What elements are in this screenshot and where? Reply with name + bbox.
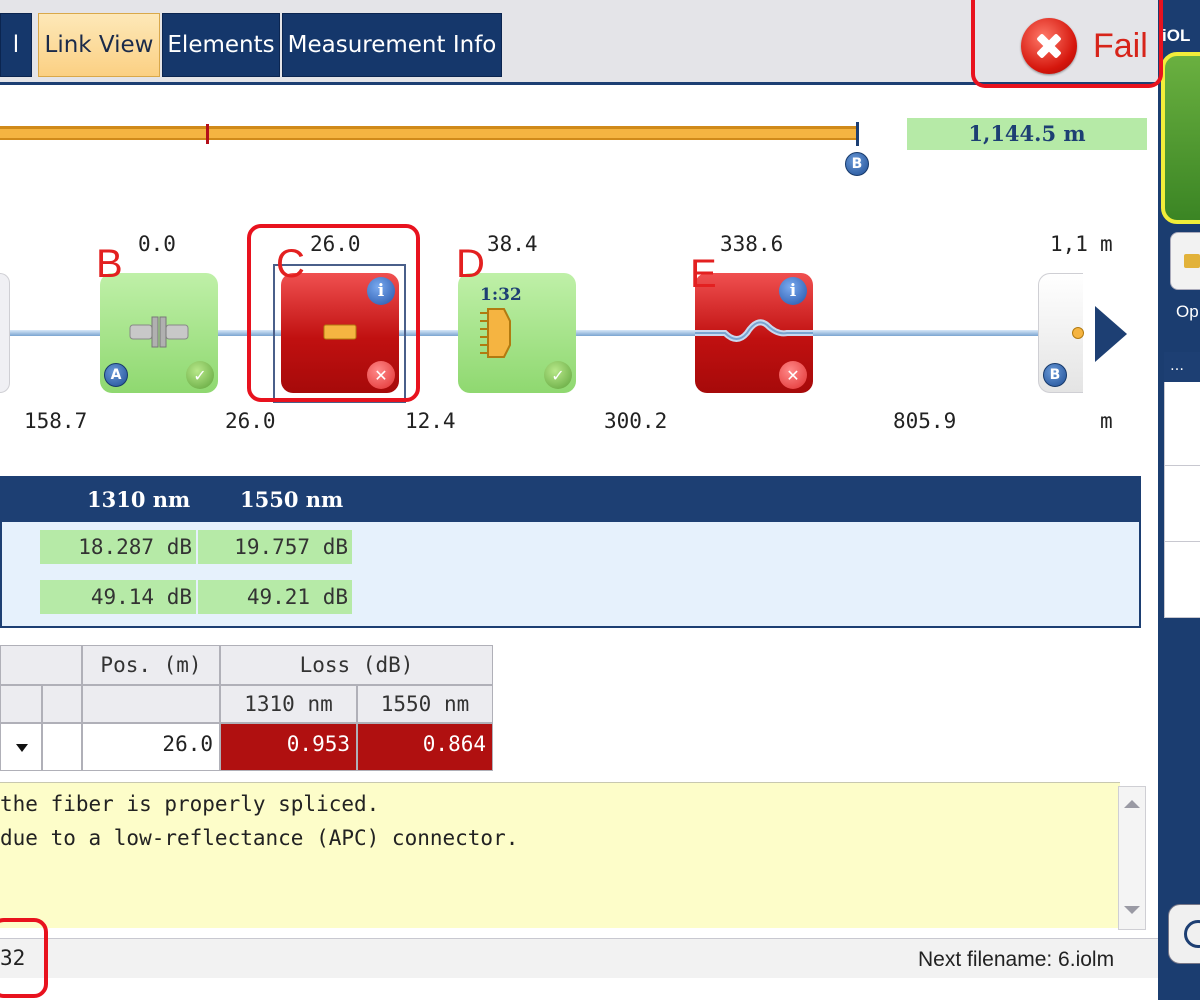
event-cell	[42, 723, 82, 771]
element-letter-b: B	[96, 242, 123, 286]
tab-measurement-info[interactable]: Measurement Info	[282, 13, 502, 77]
segment-unit-label: m	[1100, 409, 1113, 433]
summary-value: 19.757 dB	[198, 530, 352, 564]
tab-link-view-label: Link View	[44, 32, 154, 58]
distance-cursor[interactable]	[206, 124, 209, 144]
position-label: 0.0	[138, 232, 176, 256]
annotation-frame	[0, 918, 48, 998]
position-column-header-label: Pos. (m)	[100, 653, 202, 677]
position-label: 38.4	[487, 232, 538, 256]
tab-link-view[interactable]: Link View	[38, 13, 160, 77]
side-list-header: …	[1164, 352, 1200, 382]
loss-1550-header-label: 1550 nm	[380, 692, 470, 716]
event-header-cell	[0, 685, 42, 723]
event-loss-1550-value: 0.864	[357, 723, 493, 771]
annotation-frame	[971, 0, 1163, 88]
chevron-down-icon[interactable]	[16, 744, 28, 752]
start-a-badge: A	[104, 363, 128, 387]
position-unit-label: m	[1100, 232, 1113, 256]
fail-x-icon: ✕	[779, 361, 807, 389]
loss-column-header-label: Loss (dB)	[299, 653, 414, 677]
summary-col-1310: 1310 nm	[87, 487, 191, 512]
tab-overview[interactable]: l	[0, 13, 32, 77]
olts-link-view-screen: l Link View Elements Measurement Info Fa…	[0, 0, 1200, 1000]
side-list-divider	[1164, 465, 1200, 466]
folder-icon	[1184, 254, 1200, 268]
position-label: 1,1	[1050, 232, 1088, 256]
end-b-element-badge-label: B	[1049, 367, 1061, 383]
element-splitter[interactable]: 1:32 ✓	[458, 273, 576, 393]
loss-column-header: Loss (dB)	[220, 645, 493, 685]
link-distance-bar	[0, 126, 858, 140]
distance-end-tick	[856, 122, 859, 146]
tab-overview-label: l	[12, 32, 20, 58]
segment-length: 158.7	[24, 409, 88, 433]
note-line: due to a low-reflectance (APC) connector…	[0, 826, 519, 850]
event-loss-1310-value: 0.953	[220, 723, 357, 771]
position-column-header: Pos. (m)	[82, 645, 220, 685]
start-test-button[interactable]	[1161, 52, 1200, 224]
end-connector-dot	[1072, 327, 1084, 339]
event-header-cell	[42, 685, 82, 723]
tab-elements[interactable]: Elements	[162, 13, 280, 77]
segment-length: 26.0	[225, 409, 276, 433]
summary-col-1550: 1550 nm	[240, 487, 344, 512]
info-icon[interactable]: i	[779, 277, 807, 305]
loss-1310-header: 1310 nm	[220, 685, 357, 723]
summary-value: 18.287 dB	[40, 530, 196, 564]
pass-check-icon: ✓	[186, 361, 214, 389]
scroll-up-icon[interactable]	[1124, 800, 1140, 808]
element-connector-a[interactable]: A ✓	[100, 273, 218, 393]
element-letter-d: D	[456, 242, 485, 286]
side-list[interactable]	[1164, 352, 1200, 618]
segment-length: 12.4	[405, 409, 456, 433]
segment-length: 805.9	[893, 409, 957, 433]
pass-check-icon: ✓	[544, 361, 572, 389]
event-header-cell	[0, 645, 82, 685]
side-panel-title: iOL	[1162, 26, 1191, 45]
note-line: the fiber is properly spliced.	[0, 792, 380, 816]
start-element[interactable]	[0, 273, 10, 393]
tab-elements-label: Elements	[167, 32, 275, 58]
start-a-badge-label: A	[110, 367, 122, 383]
scroll-down-icon[interactable]	[1124, 906, 1140, 914]
element-letter-e: E	[690, 252, 717, 296]
end-b-badge: B	[845, 152, 869, 176]
summary-value: 49.21 dB	[198, 580, 352, 614]
tab-measurement-info-label: Measurement Info	[287, 32, 497, 58]
end-b-badge-label: B	[851, 156, 863, 172]
event-position-value: 26.0	[82, 723, 220, 771]
position-label: 338.6	[720, 232, 784, 256]
segment-length: 300.2	[604, 409, 668, 433]
total-length-value: 1,144.5 m	[907, 118, 1147, 150]
annotation-frame	[247, 224, 420, 402]
summary-value: 49.14 dB	[40, 580, 196, 614]
end-b-badge: B	[1043, 363, 1067, 387]
event-header-cell	[82, 685, 220, 723]
loss-1550-header: 1550 nm	[357, 685, 493, 723]
open-button-label: Op	[1176, 302, 1199, 321]
side-list-divider	[1164, 541, 1200, 542]
scroll-right-arrow-icon[interactable]	[1095, 306, 1127, 362]
loss-1310-header-label: 1310 nm	[244, 692, 333, 716]
next-filename-text: Next filename: 6.iolm	[918, 948, 1115, 971]
